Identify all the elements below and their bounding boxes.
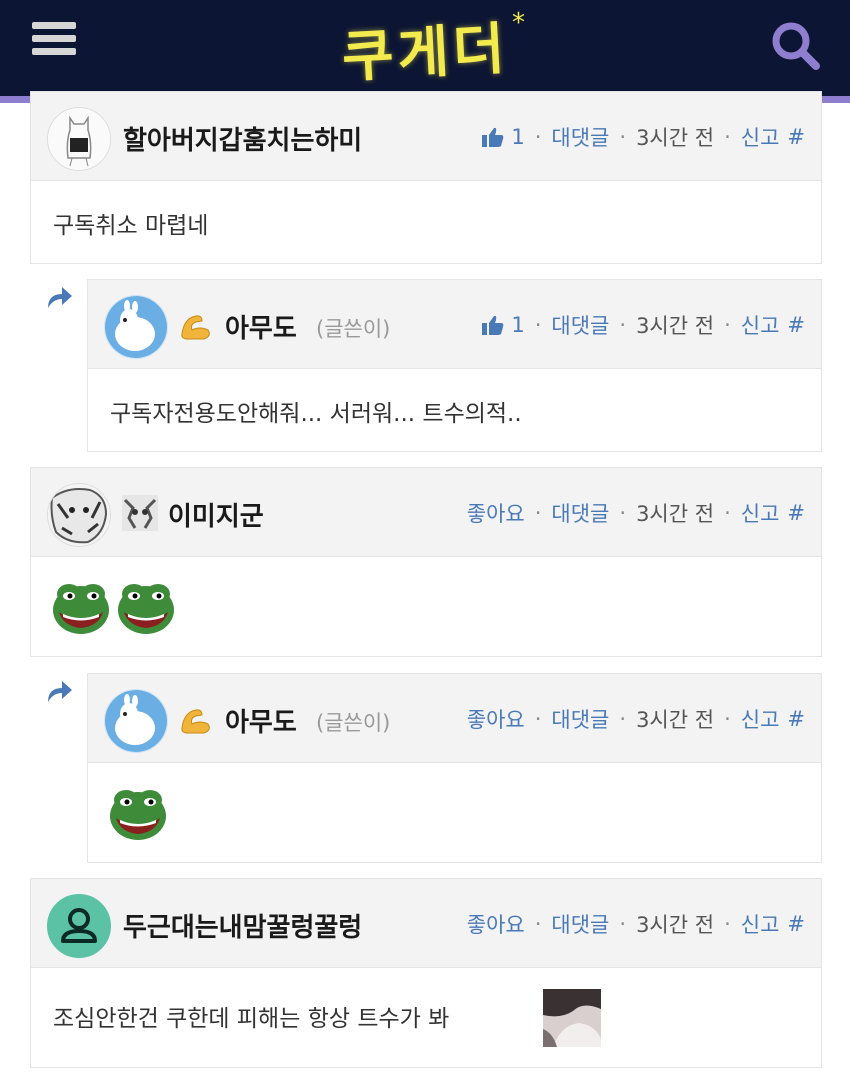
separator: · xyxy=(534,912,542,936)
logo-star: * xyxy=(512,8,525,38)
permalink-hash[interactable]: # xyxy=(787,912,805,936)
report-button[interactable]: 신고 xyxy=(741,498,780,528)
writer-tag: (글쓴이) xyxy=(316,711,391,735)
comment-body xyxy=(88,762,821,862)
comment-body: 조심안한건 쿠한데 피해는 항상 트수가 봐 xyxy=(31,967,821,1067)
comment-author[interactable]: 아무도 xyxy=(225,308,297,345)
reply-arrow-icon xyxy=(44,284,74,310)
avatar[interactable] xyxy=(104,689,168,753)
page: 쿠게더 * 할아버지갑훔치는하미 1 · 대댓글 · 3시간 전 · 신고 # … xyxy=(0,0,850,1075)
report-button[interactable]: 신고 xyxy=(741,704,780,734)
thumbs-up-icon xyxy=(482,127,504,147)
reply-button[interactable]: 대댓글 xyxy=(551,498,609,528)
separator: · xyxy=(619,125,627,149)
comment-header: 아무도 (글쓴이) 1 · 대댓글 · 3시간 전 · 신고 # xyxy=(88,280,821,369)
reply-button[interactable]: 대댓글 xyxy=(551,704,609,734)
comment-time: 3시간 전 xyxy=(636,708,715,732)
like-count: 1 xyxy=(511,125,525,149)
pepe-emoticon xyxy=(110,790,166,840)
like-button[interactable]: 1 xyxy=(481,125,525,149)
permalink-hash[interactable]: # xyxy=(787,313,805,337)
reply-button[interactable]: 대댓글 xyxy=(551,122,609,152)
separator: · xyxy=(724,501,731,525)
separator: · xyxy=(534,125,542,149)
like-button[interactable]: 좋아요 xyxy=(467,704,525,734)
muscle-icon xyxy=(181,709,210,734)
search-icon[interactable] xyxy=(768,18,824,74)
comment-header: 할아버지갑훔치는하미 1 · 대댓글 · 3시간 전 · 신고 # xyxy=(31,92,821,181)
reply-arrow-icon xyxy=(44,678,74,704)
like-button[interactable]: 좋아요 xyxy=(467,909,525,939)
comment-author[interactable]: 할아버지갑훔치는하미 xyxy=(123,120,362,157)
comment-text: 구독자전용도안해줘... 서러워... 트수의적.. xyxy=(110,401,522,427)
comment-time: 3시간 전 xyxy=(636,126,715,150)
avatar[interactable] xyxy=(47,107,111,171)
comment-time: 3시간 전 xyxy=(636,913,715,937)
comment-item: 이미지군 좋아요 · 대댓글 · 3시간 전 · 신고 # xyxy=(30,467,822,657)
comment-meta: 1 · 대댓글 · 3시간 전 · 신고 # xyxy=(481,310,805,340)
separator: · xyxy=(724,313,731,337)
separator: · xyxy=(724,912,731,936)
comment-text: 구독취소 마렵네 xyxy=(53,213,209,239)
like-count: 1 xyxy=(511,313,525,337)
report-button[interactable]: 신고 xyxy=(741,310,780,340)
pepe-emoticon xyxy=(118,584,174,634)
comment-header: 이미지군 좋아요 · 대댓글 · 3시간 전 · 신고 # xyxy=(31,468,821,557)
hamburger-icon[interactable] xyxy=(32,22,76,60)
separator: · xyxy=(534,707,542,731)
comment-item: 두근대는내맘꿀렁꿀렁 좋아요 · 대댓글 · 3시간 전 · 신고 # 조심안한… xyxy=(30,878,822,1068)
comment-author[interactable]: 아무도 xyxy=(225,702,297,739)
separator: · xyxy=(619,707,627,731)
comment-author[interactable]: 두근대는내맘꿀렁꿀렁 xyxy=(123,907,362,944)
photo-thumbnail xyxy=(543,989,601,1047)
comment-meta: 1 · 대댓글 · 3시간 전 · 신고 # xyxy=(481,122,805,152)
like-button[interactable]: 1 xyxy=(481,313,525,337)
cat-image-icon xyxy=(122,495,158,531)
comment-header: 아무도 (글쓴이) 좋아요 · 대댓글 · 3시간 전 · 신고 # xyxy=(88,674,821,763)
reply-item: 아무도 (글쓴이) 1 · 대댓글 · 3시간 전 · 신고 # 구독자전용도안… xyxy=(87,279,822,452)
like-button[interactable]: 좋아요 xyxy=(467,498,525,528)
permalink-hash[interactable]: # xyxy=(787,125,805,149)
report-button[interactable]: 신고 xyxy=(741,122,780,152)
writer-tag: (글쓴이) xyxy=(316,317,391,341)
pepe-emoticon xyxy=(53,584,109,634)
comment-header: 두근대는내맘꿀렁꿀렁 좋아요 · 대댓글 · 3시간 전 · 신고 # xyxy=(31,879,821,968)
comment-meta: 좋아요 · 대댓글 · 3시간 전 · 신고 # xyxy=(467,498,805,528)
avatar[interactable] xyxy=(104,295,168,359)
muscle-icon xyxy=(181,315,210,340)
comment-body: 구독자전용도안해줘... 서러워... 트수의적.. xyxy=(88,368,821,451)
separator: · xyxy=(534,501,542,525)
comment-item: 할아버지갑훔치는하미 1 · 대댓글 · 3시간 전 · 신고 # 구독취소 마… xyxy=(30,91,822,264)
reply-button[interactable]: 대댓글 xyxy=(551,909,609,939)
reply-button[interactable]: 대댓글 xyxy=(551,310,609,340)
comment-time: 3시간 전 xyxy=(636,314,715,338)
avatar[interactable] xyxy=(47,483,111,547)
report-button[interactable]: 신고 xyxy=(741,909,780,939)
reply-item: 아무도 (글쓴이) 좋아요 · 대댓글 · 3시간 전 · 신고 # xyxy=(87,673,822,863)
comment-time: 3시간 전 xyxy=(636,502,715,526)
thumbs-up-icon xyxy=(482,315,504,335)
separator: · xyxy=(724,707,731,731)
top-bar: 쿠게더 * xyxy=(0,0,850,103)
comment-author[interactable]: 이미지군 xyxy=(168,496,264,533)
separator: · xyxy=(619,501,627,525)
default-user-icon[interactable] xyxy=(47,894,111,958)
permalink-hash[interactable]: # xyxy=(787,707,805,731)
separator: · xyxy=(619,313,627,337)
separator: · xyxy=(534,313,542,337)
comment-meta: 좋아요 · 대댓글 · 3시간 전 · 신고 # xyxy=(467,909,805,939)
permalink-hash[interactable]: # xyxy=(787,501,805,525)
comment-body xyxy=(31,556,821,656)
separator: · xyxy=(724,125,731,149)
comment-text: 조심안한건 쿠한데 피해는 항상 트수가 봐 xyxy=(53,1006,450,1032)
separator: · xyxy=(619,912,627,936)
comment-meta: 좋아요 · 대댓글 · 3시간 전 · 신고 # xyxy=(467,704,805,734)
comment-body: 구독취소 마렵네 xyxy=(31,180,821,263)
